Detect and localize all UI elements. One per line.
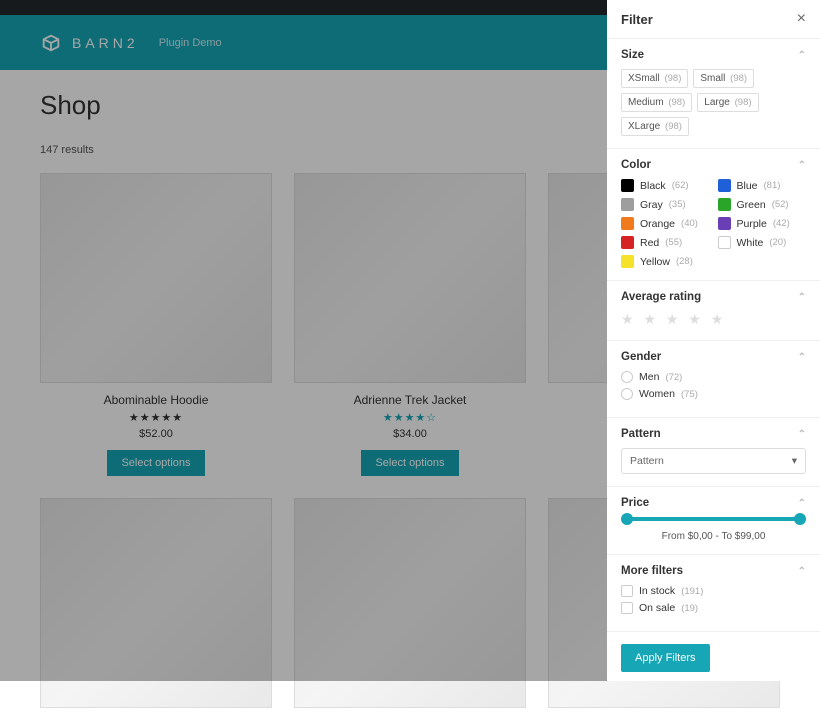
chevron-up-icon: ⌃ — [798, 566, 806, 577]
chevron-up-icon: ⌃ — [798, 352, 806, 363]
apply-filters-button[interactable]: Apply Filters — [621, 644, 710, 672]
filter-section-gender: Gender⌃ Men (72) Women (75) — [607, 341, 820, 418]
chevron-up-icon: ⌃ — [798, 160, 806, 171]
color-swatch-yellow[interactable]: Yellow(28) — [621, 255, 710, 268]
section-toggle-price[interactable]: Price⌃ — [621, 497, 806, 509]
gender-radio-men[interactable]: Men (72) — [621, 371, 806, 383]
size-chip[interactable]: Small (98) — [693, 69, 754, 88]
caret-down-icon: ▾ — [792, 455, 797, 467]
color-swatch-icon — [621, 217, 634, 230]
price-range-text: From $0,00 - To $99,00 — [621, 531, 806, 542]
filter-section-size: Size⌃ XSmall (98) Small (98) Medium (98)… — [607, 39, 820, 149]
close-icon[interactable]: × — [797, 10, 806, 28]
color-swatch-white[interactable]: White(20) — [718, 236, 807, 249]
section-toggle-color[interactable]: Color⌃ — [621, 159, 806, 171]
size-chip[interactable]: Large (98) — [697, 93, 758, 112]
color-swatch-icon — [621, 255, 634, 268]
chevron-up-icon: ⌃ — [798, 429, 806, 440]
checkbox-onsale[interactable]: On sale (19) — [621, 602, 806, 614]
chevron-up-icon: ⌃ — [798, 498, 806, 509]
filter-section-color: Color⌃ Black(62) Blue(81) Gray(35) Green(52… — [607, 149, 820, 281]
filter-section-price: Price⌃ From $0,00 - To $99,00 — [607, 487, 820, 555]
filter-panel-title: Filter — [621, 12, 653, 27]
filter-section-more: More filters⌃ In stock (191) On sale (19… — [607, 555, 820, 632]
size-chip[interactable]: Medium (98) — [621, 93, 692, 112]
color-swatch-blue[interactable]: Blue(81) — [718, 179, 807, 192]
price-slider[interactable] — [627, 517, 800, 521]
color-swatch-green[interactable]: Green(52) — [718, 198, 807, 211]
color-swatch-icon — [621, 236, 634, 249]
section-toggle-rating[interactable]: Average rating⌃ — [621, 291, 806, 303]
size-chip[interactable]: XSmall (98) — [621, 69, 688, 88]
gender-radio-women[interactable]: Women (75) — [621, 388, 806, 400]
color-swatch-gray[interactable]: Gray(35) — [621, 198, 710, 211]
pattern-select[interactable]: Pattern▾ — [621, 448, 806, 474]
color-swatch-purple[interactable]: Purple(42) — [718, 217, 807, 230]
checkbox-instock[interactable]: In stock (191) — [621, 585, 806, 597]
color-swatch-icon — [718, 198, 731, 211]
color-swatch-icon — [718, 179, 731, 192]
filter-panel: Filter × Size⌃ XSmall (98) Small (98) Me… — [607, 0, 820, 681]
price-slider-max-thumb[interactable] — [794, 513, 806, 525]
color-swatch-icon — [718, 217, 731, 230]
color-swatch-icon — [621, 198, 634, 211]
filter-section-pattern: Pattern⌃ Pattern▾ — [607, 418, 820, 487]
chevron-up-icon: ⌃ — [798, 292, 806, 303]
color-swatch-icon — [621, 179, 634, 192]
section-toggle-pattern[interactable]: Pattern⌃ — [621, 428, 806, 440]
color-swatch-orange[interactable]: Orange(40) — [621, 217, 710, 230]
rating-stars[interactable]: ★ ★ ★ ★ ★ — [621, 311, 806, 328]
price-slider-min-thumb[interactable] — [621, 513, 633, 525]
color-swatch-icon — [718, 236, 731, 249]
chevron-up-icon: ⌃ — [798, 50, 806, 61]
filter-section-rating: Average rating⌃ ★ ★ ★ ★ ★ — [607, 281, 820, 341]
section-toggle-more[interactable]: More filters⌃ — [621, 565, 806, 577]
color-swatch-black[interactable]: Black(62) — [621, 179, 710, 192]
section-toggle-gender[interactable]: Gender⌃ — [621, 351, 806, 363]
color-swatch-red[interactable]: Red(55) — [621, 236, 710, 249]
section-toggle-size[interactable]: Size⌃ — [621, 49, 806, 61]
size-chip[interactable]: XLarge (98) — [621, 117, 689, 136]
